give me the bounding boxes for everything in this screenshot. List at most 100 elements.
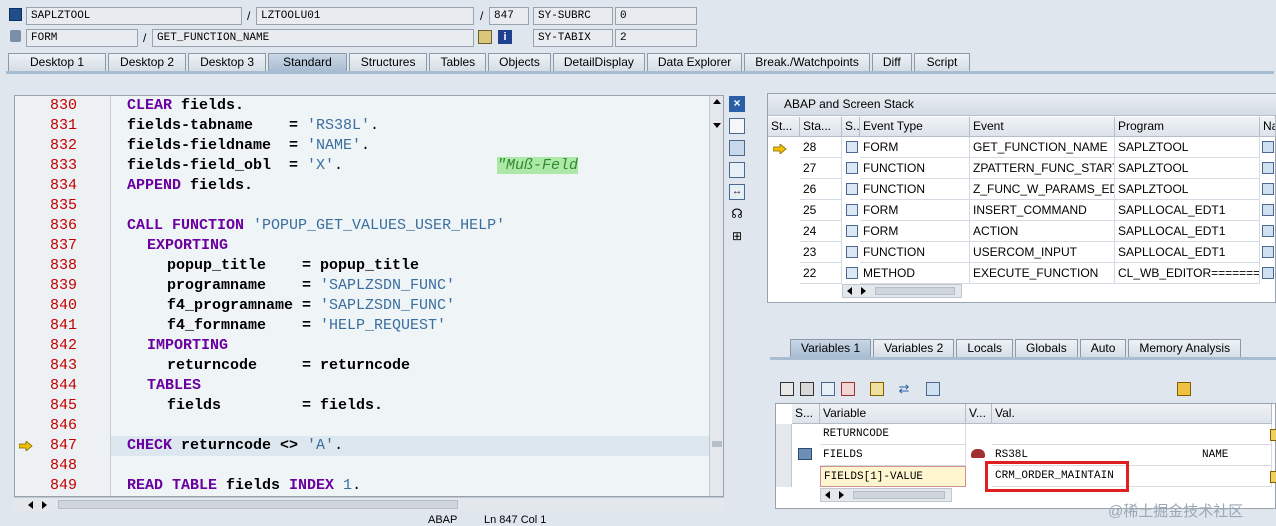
program-field[interactable]: SAPLZTOOL bbox=[26, 7, 242, 25]
move-icon[interactable]: ⇄ bbox=[897, 382, 911, 396]
row-selector[interactable] bbox=[776, 424, 792, 487]
stack-col-header[interactable]: Event Type bbox=[860, 117, 970, 137]
headset-icon[interactable]: ☊ bbox=[729, 206, 745, 222]
scroll-left-icon[interactable] bbox=[847, 287, 852, 295]
tab-variables-1[interactable]: Variables 1 bbox=[790, 339, 872, 357]
navigate-icon[interactable] bbox=[1262, 204, 1274, 216]
tab-objects[interactable]: Objects bbox=[488, 53, 551, 71]
scroll-thumb[interactable] bbox=[875, 287, 955, 295]
tab-script[interactable]: Script bbox=[913, 53, 971, 71]
stack-col-header[interactable]: St... bbox=[768, 117, 800, 137]
export-red-icon[interactable] bbox=[841, 382, 855, 396]
stack-col-header[interactable]: Program bbox=[1115, 117, 1260, 137]
scroll-left-icon[interactable] bbox=[28, 501, 33, 509]
hierarchy-icon[interactable] bbox=[870, 382, 884, 396]
navigate-icon[interactable] bbox=[1262, 267, 1274, 279]
folder-icon[interactable] bbox=[926, 382, 940, 396]
scroll-right-icon[interactable] bbox=[839, 491, 844, 499]
delete-all-icon[interactable] bbox=[800, 382, 814, 396]
tab-globals[interactable]: Globals bbox=[1015, 339, 1078, 357]
scroll-right-icon[interactable] bbox=[861, 287, 866, 295]
info-icon[interactable]: i bbox=[498, 30, 512, 44]
line-number: 843 bbox=[49, 357, 77, 374]
stack-col-header[interactable]: Na bbox=[1260, 117, 1276, 137]
stack-event: GET_FUNCTION_NAME bbox=[970, 137, 1115, 158]
scroll-left-icon[interactable] bbox=[825, 491, 830, 499]
include-field[interactable]: LZTOOLU01 bbox=[256, 7, 474, 25]
scroll-right-icon[interactable] bbox=[42, 501, 47, 509]
close-icon[interactable]: × bbox=[729, 96, 745, 112]
scroll-thumb[interactable] bbox=[58, 500, 458, 509]
tab-underline bbox=[6, 71, 1274, 74]
source-editor[interactable]: 830 831 832 833 834 835 836 837 838 839 … bbox=[14, 95, 724, 497]
stack-col-header[interactable]: S... bbox=[842, 117, 860, 137]
sytabix-value[interactable]: 2 bbox=[615, 29, 697, 47]
delete-icon[interactable] bbox=[780, 382, 794, 396]
stack-type: FORM bbox=[860, 137, 970, 158]
line-number: 842 bbox=[49, 337, 77, 354]
stack-level: 22 bbox=[800, 263, 842, 284]
tab-breakpoints[interactable]: Break./Watchpoints bbox=[744, 53, 870, 71]
var-col-header[interactable]: S... bbox=[792, 404, 820, 424]
scroll-thumb[interactable] bbox=[853, 491, 945, 499]
tab-data-explorer[interactable]: Data Explorer bbox=[646, 53, 743, 71]
var-col-header[interactable]: V... bbox=[966, 404, 992, 424]
tree-icon[interactable]: ⊞ bbox=[729, 228, 745, 244]
navigate-icon[interactable] bbox=[1262, 141, 1274, 153]
variable-name[interactable]: FIELDS bbox=[820, 445, 966, 466]
tab-diff[interactable]: Diff bbox=[871, 53, 912, 71]
event-field[interactable]: GET_FUNCTION_NAME bbox=[152, 29, 474, 47]
export-icon[interactable] bbox=[821, 382, 835, 396]
tab-locals[interactable]: Locals bbox=[956, 339, 1013, 357]
navigate-icon[interactable] bbox=[478, 30, 492, 44]
navigate-icon[interactable] bbox=[1262, 246, 1274, 258]
stack-col-header[interactable]: Event bbox=[970, 117, 1115, 137]
detail-icon[interactable] bbox=[1270, 429, 1276, 441]
copy-window-icon[interactable] bbox=[729, 140, 745, 156]
tab-auto[interactable]: Auto bbox=[1079, 339, 1127, 357]
navigate-icon[interactable] bbox=[1262, 162, 1274, 174]
line-number: 844 bbox=[49, 377, 77, 394]
code-area[interactable]: CLEAR fields. fields-tabname = 'RS38L'. … bbox=[111, 96, 711, 496]
tab-desktop-2[interactable]: Desktop 2 bbox=[108, 53, 187, 71]
type-icon bbox=[846, 162, 858, 174]
variable-value[interactable] bbox=[992, 424, 1272, 445]
tab-structures[interactable]: Structures bbox=[348, 53, 428, 71]
separator: / bbox=[480, 9, 484, 23]
detail-icon[interactable] bbox=[1270, 471, 1276, 483]
stack-horizontal-scrollbar[interactable] bbox=[842, 284, 962, 298]
stack-col-header[interactable]: Sta... bbox=[800, 117, 842, 137]
code-line: f4_formname = 'HELP_REQUEST' bbox=[167, 317, 447, 334]
code-line: CLEAR fields. bbox=[127, 97, 245, 114]
line-field[interactable]: 847 bbox=[489, 7, 529, 25]
scroll-up-icon[interactable] bbox=[713, 99, 721, 104]
tab-memory-analysis[interactable]: Memory Analysis bbox=[1128, 339, 1242, 357]
event-type-field[interactable]: FORM bbox=[26, 29, 138, 47]
stack-level: 25 bbox=[800, 200, 842, 221]
swap-icon[interactable]: ↔ bbox=[729, 184, 745, 200]
tab-desktop-3[interactable]: Desktop 3 bbox=[188, 53, 267, 71]
navigate-icon[interactable] bbox=[1262, 183, 1274, 195]
stack-level: 24 bbox=[800, 221, 842, 242]
variable-name[interactable]: FIELDS[1]-VALUE bbox=[820, 466, 966, 487]
new-window-icon[interactable] bbox=[729, 118, 745, 134]
save-icon[interactable] bbox=[1177, 382, 1191, 396]
maximize-icon[interactable] bbox=[729, 162, 745, 178]
scroll-down-icon[interactable] bbox=[713, 123, 721, 128]
sysubrc-value[interactable]: 0 bbox=[615, 7, 697, 25]
var-col-header[interactable]: Variable bbox=[820, 404, 966, 424]
variable-name[interactable]: RETURNCODE bbox=[820, 424, 966, 445]
type-icon bbox=[846, 225, 858, 237]
navigate-icon[interactable] bbox=[1262, 225, 1274, 237]
tab-standard[interactable]: Standard bbox=[268, 53, 347, 71]
vars-horizontal-scrollbar[interactable] bbox=[820, 488, 952, 502]
editor-vertical-scrollbar[interactable] bbox=[709, 96, 723, 496]
scroll-thumb[interactable] bbox=[712, 441, 722, 447]
tab-desktop-1[interactable]: Desktop 1 bbox=[8, 53, 107, 71]
tab-variables-2[interactable]: Variables 2 bbox=[873, 339, 955, 357]
tab-detaildisplay[interactable]: DetailDisplay bbox=[552, 53, 645, 71]
stack-program: SAPLZTOOL bbox=[1115, 137, 1260, 158]
editor-horizontal-scrollbar[interactable] bbox=[14, 497, 724, 511]
tab-tables[interactable]: Tables bbox=[429, 53, 487, 71]
var-col-header[interactable]: Val. bbox=[992, 404, 1272, 424]
